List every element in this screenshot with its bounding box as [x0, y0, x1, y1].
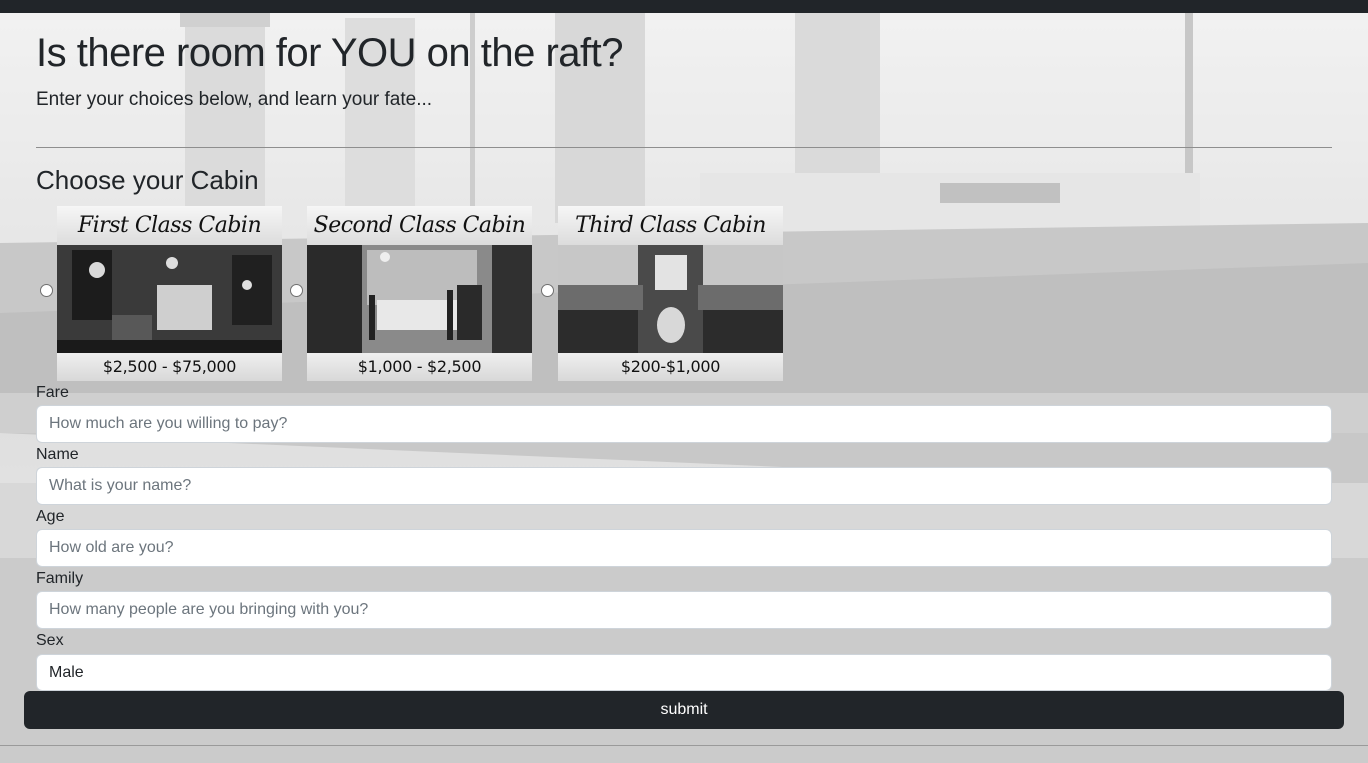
fare-label: Fare [36, 384, 69, 401]
age-input[interactable] [36, 529, 1332, 567]
family-label: Family [36, 570, 84, 587]
page-title: Is there room for YOU on the raft? [36, 31, 623, 75]
cabin-section-heading: Choose your Cabin [36, 165, 259, 195]
cabin-card-third-class[interactable]: Third Class Cabin $200-$1,000 [558, 206, 783, 381]
sex-label: Sex [36, 632, 64, 649]
family-input[interactable] [36, 591, 1332, 629]
cabin-card-title: Third Class Cabin [558, 206, 783, 245]
sex-select[interactable]: Male [36, 654, 1332, 691]
cabin-card-price: $2,500 - $75,000 [57, 353, 282, 381]
cabin-radio-second-class[interactable] [290, 284, 303, 297]
page-subtitle: Enter your choices below, and learn your… [36, 89, 433, 110]
cabin-card-second-class[interactable]: Second Class Cabin $1,000 - $2,500 [307, 206, 532, 381]
cabin-card-title: Second Class Cabin [307, 206, 532, 245]
first-class-cabin-photo [57, 245, 282, 353]
footer-divider [0, 745, 1368, 746]
divider [36, 147, 1332, 148]
cabin-radio-first-class[interactable] [40, 284, 53, 297]
cabin-card-title: First Class Cabin [57, 206, 282, 245]
third-class-cabin-photo [558, 245, 783, 353]
cabin-option-first-class[interactable]: First Class Cabin $2,500 - $75,000 [40, 206, 285, 381]
age-label: Age [36, 508, 65, 525]
second-class-cabin-photo [307, 245, 532, 353]
name-label: Name [36, 446, 79, 463]
name-input[interactable] [36, 467, 1332, 505]
cabin-option-second-class[interactable]: Second Class Cabin $1,000 - $2,500 [290, 206, 535, 381]
fare-input[interactable] [36, 405, 1332, 443]
cabin-radio-third-class[interactable] [541, 284, 554, 297]
submit-button[interactable]: submit [24, 691, 1344, 729]
cabin-card-price: $1,000 - $2,500 [307, 353, 532, 381]
cabin-card-first-class[interactable]: First Class Cabin $2,500 - $75,000 [57, 206, 282, 381]
cabin-card-price: $200-$1,000 [558, 353, 783, 381]
cabin-option-third-class[interactable]: Third Class Cabin $200-$1,000 [541, 206, 786, 381]
